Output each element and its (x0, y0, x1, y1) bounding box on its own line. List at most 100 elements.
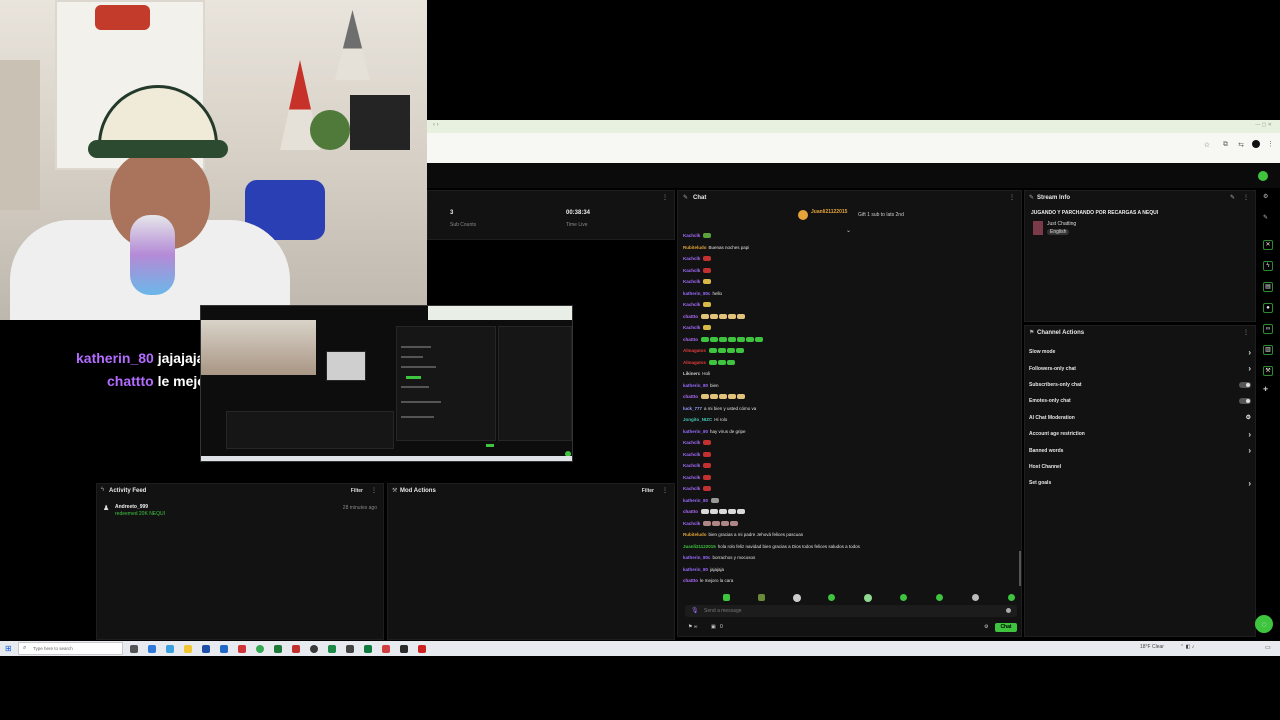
activity-filter-button[interactable]: Filter (351, 488, 363, 494)
chat-username[interactable]: Kachclk (683, 299, 700, 311)
chat-username[interactable]: katherin_80 (683, 564, 708, 576)
store-icon[interactable] (202, 644, 210, 653)
start-windows-icon[interactable]: ⊞ (5, 644, 12, 653)
chat-send-button[interactable]: Chat (995, 623, 1017, 632)
chat-username[interactable]: katherin_80 (683, 426, 708, 438)
browser-icon[interactable] (166, 644, 174, 653)
lightning-icon[interactable]: ϟ (1263, 261, 1273, 271)
excel-icon[interactable] (274, 644, 282, 653)
app-icon[interactable] (364, 644, 372, 653)
toggle-switch[interactable] (1239, 398, 1251, 405)
channel-action-row[interactable]: Emotes-only chat (1029, 393, 1251, 409)
chat-username[interactable]: chattto (683, 334, 698, 346)
chat-username[interactable]: Almagatos (683, 345, 706, 357)
stream-info-menu-icon[interactable]: ⋮ (1243, 194, 1249, 201)
chat-username[interactable]: Rubiteludo (683, 529, 707, 541)
emote-icon[interactable] (936, 594, 943, 601)
emote-icon[interactable] (1008, 594, 1015, 601)
chat-username[interactable]: Kachclk (683, 483, 700, 495)
task-view-icon[interactable] (130, 644, 138, 653)
settings-icon[interactable]: ⚙ (1246, 414, 1251, 421)
browser-address-bar[interactable]: ☆ ⧉ ⇆ ⋮ (427, 133, 1280, 163)
storage-icon[interactable]: ▥ (1263, 345, 1273, 355)
emote-icon[interactable] (972, 594, 979, 601)
app-icon[interactable] (328, 644, 336, 653)
chat-bubble-icon[interactable]: ● (1263, 303, 1273, 313)
weather-widget[interactable]: 18°F Clear (1140, 644, 1164, 650)
chat-username[interactable]: Kachclk (683, 253, 700, 265)
chevron-right-icon[interactable]: › (1248, 446, 1251, 455)
channel-action-row[interactable]: Slow mode › (1029, 344, 1251, 360)
app-icon[interactable] (238, 644, 246, 653)
stats-menu-icon[interactable]: ⋮ (662, 194, 668, 201)
window-controls-icon[interactable]: — ▢ ✕ (1255, 122, 1272, 128)
channel-action-row[interactable]: Host Channel (1029, 459, 1251, 475)
close-tool-icon[interactable]: ✕ (1263, 240, 1273, 250)
settings-icon[interactable]: ⚙ (1263, 193, 1268, 200)
chat-username[interactable]: Kachclk (683, 460, 700, 472)
app-icon[interactable] (292, 644, 300, 653)
edit-pencil-icon[interactable]: ✎ (1230, 194, 1235, 201)
emote-icon[interactable] (900, 594, 907, 601)
chat-username[interactable]: Kachclk (683, 472, 700, 484)
notifications-icon[interactable]: ▭ (1265, 644, 1271, 651)
menu-kebab-icon[interactable]: ⋮ (1267, 140, 1274, 148)
channel-action-row[interactable]: Banned words › (1029, 442, 1251, 458)
edge-icon[interactable] (148, 644, 156, 653)
chat-username[interactable]: katherin_80 (683, 380, 708, 392)
chevron-right-icon[interactable]: › (1248, 348, 1251, 357)
chat-menu-icon[interactable]: ⋮ (1009, 194, 1015, 201)
mod-filter-button[interactable]: Filter (642, 488, 654, 494)
edit-icon[interactable]: ✎ (1263, 214, 1268, 221)
app-icon[interactable] (418, 644, 426, 653)
chevron-right-icon[interactable]: › (1248, 364, 1251, 373)
stream-preview[interactable] (200, 305, 573, 462)
chat-username[interactable]: chattto (683, 506, 698, 518)
activity-feed-menu-icon[interactable]: ⋮ (371, 487, 377, 494)
chat-username[interactable]: chattto (683, 575, 698, 587)
help-chat-button[interactable]: ◌ (1255, 615, 1273, 633)
chat-username[interactable]: Juanli21122015 (683, 541, 716, 553)
profile-avatar-icon[interactable] (1252, 140, 1260, 148)
chat-username[interactable]: Kachclk (683, 265, 700, 277)
channel-action-row[interactable]: Set goals › (1029, 475, 1251, 491)
chat-username[interactable]: katherin_80 (683, 495, 708, 507)
channel-action-row[interactable]: AI Chat Moderation ⚙ (1029, 410, 1251, 426)
chrome-icon[interactable] (256, 644, 264, 653)
microphone-icon[interactable]: 🎙 (691, 607, 699, 614)
mail-icon[interactable] (220, 644, 228, 653)
emote-picker-icon[interactable] (1006, 608, 1011, 613)
channel-actions-menu-icon[interactable]: ⋮ (1243, 329, 1249, 336)
viewers-icon[interactable]: ▣ (711, 624, 716, 630)
chat-username[interactable]: katherin_80c (683, 552, 711, 564)
link-icon[interactable]: ∞ (1263, 324, 1273, 334)
profile-split-icon[interactable]: ⇆ (1238, 141, 1244, 149)
app-icon[interactable] (382, 644, 390, 653)
channel-action-row[interactable]: Subscribers-only chat (1029, 377, 1251, 393)
emote-icon[interactable] (864, 594, 872, 602)
app-icon[interactable] (346, 644, 354, 653)
document-icon[interactable]: ▤ (1263, 282, 1273, 292)
emote-icon[interactable] (793, 594, 801, 602)
activity-user[interactable]: Andreeto_999 (115, 504, 148, 510)
chat-username[interactable]: chattto (683, 311, 698, 323)
chat-scrollbar[interactable] (1019, 551, 1021, 586)
chat-username[interactable]: chattto (683, 391, 698, 403)
chat-username[interactable]: Kachclk (683, 449, 700, 461)
emote-icon[interactable] (758, 594, 765, 601)
chat-settings-icon[interactable]: ⚙ (984, 624, 988, 630)
chat-username[interactable]: Kachclk (683, 230, 700, 242)
puzzle-icon[interactable]: ✚ (1263, 386, 1268, 393)
chevron-right-icon[interactable]: › (1248, 430, 1251, 439)
chat-username[interactable]: Jongito_NIZC (683, 414, 712, 426)
toggle-switch[interactable] (1239, 381, 1251, 388)
file-explorer-icon[interactable] (184, 644, 192, 653)
chat-username[interactable]: luck_777 (683, 403, 702, 415)
chat-username[interactable]: Kachclk (683, 518, 700, 530)
chat-username[interactable]: katherin_80c (683, 288, 711, 300)
emote-icon[interactable] (723, 594, 730, 601)
mod-actions-menu-icon[interactable]: ⋮ (662, 487, 668, 494)
channel-action-row[interactable]: Account age restriction › (1029, 426, 1251, 442)
user-avatar-icon[interactable] (1258, 171, 1268, 181)
extensions-icon[interactable]: ⧉ (1223, 141, 1228, 149)
